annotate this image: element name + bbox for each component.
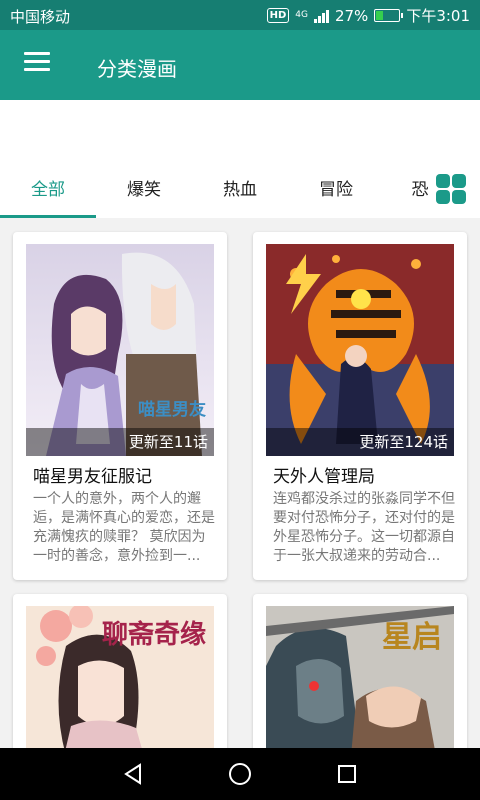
cover-title-text: 星启 [382, 620, 442, 655]
tab-adventure[interactable]: 冒险 [288, 162, 384, 218]
tab-all[interactable]: 全部 [0, 162, 96, 218]
app-bar: 分类漫画 [0, 30, 480, 100]
comic-card[interactable]: 聊斋奇缘 [13, 594, 227, 754]
grid-view-icon[interactable] [436, 174, 468, 206]
back-triangle-icon[interactable] [120, 760, 148, 788]
carrier-name: 中国移动 [10, 8, 71, 26]
status-bar: 中国移动 HD 4G 27% 下午3:01 [0, 0, 480, 30]
system-nav-bar [0, 748, 480, 800]
home-circle-icon[interactable] [226, 760, 254, 788]
comic-cover-image: 聊斋奇缘 [26, 606, 214, 754]
active-tab-indicator [0, 215, 96, 218]
battery-icon [374, 9, 404, 22]
update-badge: 更新至124话 [266, 428, 454, 456]
comic-cover-image: 星启 [266, 606, 454, 754]
comic-description: 连鸡都没杀过的张淼同学不但要对付恐怖分子，还对付的是外星恐怖分子。这一切都源自于… [273, 491, 455, 564]
tab-action[interactable]: 热血 [192, 162, 288, 218]
category-tab-bar: 全部 爆笑 热血 冒险 恐 [0, 162, 480, 218]
comic-card[interactable]: 星启 [253, 594, 467, 754]
comic-card[interactable]: 喵星男友 更新至11话 喵星男友征服记 一个人的意外，两个人的邂逅，是满怀真心的… [13, 232, 227, 580]
banner-area [0, 100, 480, 162]
comic-description: 一个人的意外，两个人的邂逅，是满怀真心的爱恋，还是充满愧疚的赎罪？ 莫欣因为一时… [33, 491, 215, 564]
comic-title: 天外人管理局 [273, 467, 375, 487]
recents-square-icon[interactable] [333, 760, 361, 788]
comic-card[interactable]: 更新至124话 天外人管理局 连鸡都没杀过的张淼同学不但要对付恐怖分子，还对付的… [253, 232, 467, 580]
cover-title-text: 聊斋奇缘 [101, 620, 206, 650]
network-type-icon: 4G [295, 10, 308, 20]
cover-title-text: 喵星男友 [138, 400, 206, 420]
comic-title: 喵星男友征服记 [33, 467, 152, 487]
update-badge: 更新至11话 [26, 428, 214, 456]
hd-icon: HD [266, 8, 290, 23]
comic-cover-image: 喵星男友 更新至11话 [26, 244, 214, 456]
clock: 下午3:01 [406, 7, 470, 25]
signal-icon [313, 9, 329, 23]
battery-percent: 27% [334, 6, 369, 25]
tab-comedy[interactable]: 爆笑 [96, 162, 192, 218]
hamburger-menu-icon[interactable] [24, 52, 50, 78]
status-icons: HD 4G 27% 下午3:01 [266, 5, 470, 26]
comic-cover-image: 更新至124话 [266, 244, 454, 456]
page-title: 分类漫画 [97, 57, 177, 81]
